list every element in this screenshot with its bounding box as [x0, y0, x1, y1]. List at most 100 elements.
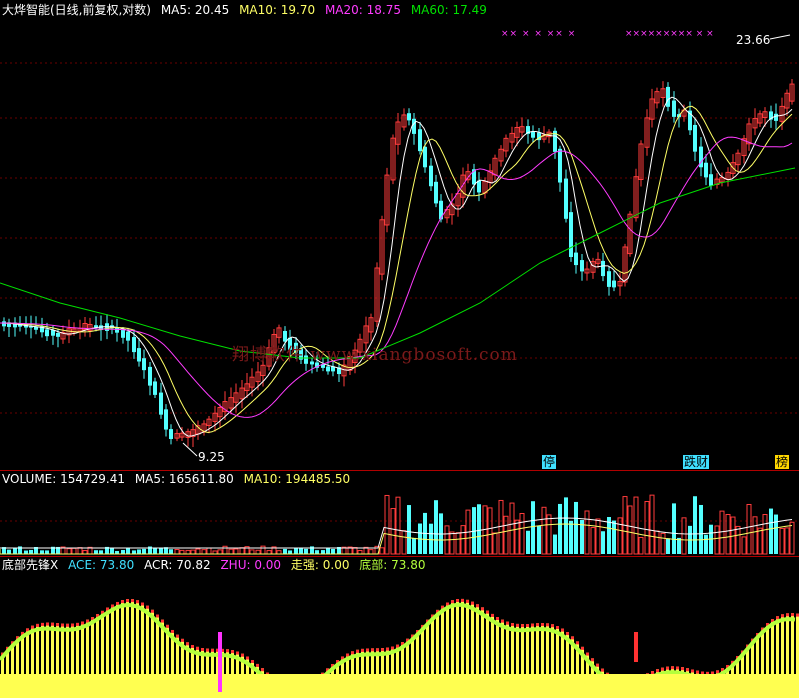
volume-bar	[531, 501, 535, 554]
volume-bar	[509, 502, 515, 555]
indicator-bar-cap	[496, 617, 499, 621]
indicator-bar-cap	[531, 623, 534, 627]
indicator-bar-cap	[246, 656, 249, 660]
indicator-bar-cap	[46, 622, 49, 626]
volume-bar	[590, 527, 596, 555]
candle-body	[164, 409, 168, 430]
volume-bar	[255, 549, 261, 555]
indicator-bar-cap	[551, 624, 554, 628]
panel-divider-2	[0, 556, 799, 557]
low-price-label: 9.25	[198, 450, 225, 464]
volume-bar	[666, 538, 670, 554]
volume-bar	[735, 525, 741, 555]
volume-bar	[584, 510, 590, 555]
candle-body	[142, 358, 146, 371]
volume-bar	[492, 532, 498, 555]
candle-body	[126, 331, 130, 341]
indicator-bar-cap	[476, 604, 479, 608]
candle-body	[418, 129, 422, 152]
volume-bar	[654, 530, 660, 555]
volume-bar	[321, 550, 325, 554]
volume-bar	[449, 531, 455, 555]
indicator-bar-cap	[791, 613, 794, 617]
volume-bar	[681, 517, 687, 555]
volume-bar	[7, 549, 11, 554]
indicator-bar-cap	[31, 625, 34, 629]
volume-bar	[460, 525, 466, 555]
volume-bar	[612, 520, 616, 554]
candle-body	[148, 366, 152, 386]
ma10-line	[0, 105, 793, 434]
indicator-bar-cap	[656, 669, 659, 673]
candle-body	[709, 174, 713, 186]
volume-bar	[384, 494, 390, 555]
indicator-bar-cap	[536, 623, 539, 627]
indicator-chart-panel[interactable]	[0, 572, 799, 698]
volume-label: VOLUME: 154729.41	[2, 472, 125, 486]
volume-bar	[757, 527, 763, 555]
price-chart-panel[interactable]	[0, 18, 799, 470]
candle-body	[580, 260, 584, 272]
volume-chart-panel[interactable]	[0, 486, 799, 556]
volume-bar	[206, 547, 212, 555]
candle-body	[434, 181, 438, 204]
indicator-bar-cap	[146, 605, 149, 609]
indicator-panel-header: 底部先锋X ACE: 73.80 ACR: 70.82 ZHU: 0.00 走强…	[2, 558, 432, 572]
indicator-bar-cap	[81, 621, 84, 625]
indicator-bar-cap	[346, 653, 349, 657]
candle-body	[607, 271, 611, 287]
volume-bar	[769, 508, 773, 554]
indicator-bar-cap	[686, 668, 689, 672]
indicator-bar-cap	[461, 598, 464, 602]
volume-bar	[595, 518, 601, 555]
indicator-bar-cap	[481, 607, 484, 611]
indicator-bar-cap	[351, 651, 354, 655]
indicator-bar-cap	[516, 623, 519, 627]
indicator-bar-cap	[181, 638, 184, 642]
low-price-arrow	[182, 442, 198, 457]
volume-bar	[789, 521, 795, 555]
volume-bar	[40, 550, 44, 554]
volume-bar	[331, 548, 335, 554]
volume-bar	[477, 504, 481, 554]
volume-bar	[564, 497, 568, 554]
stock-chart-window: 大烨智能(日线,前复权,对数) MA5: 20.45 MA10: 19.70 M…	[0, 0, 799, 698]
indicator-bar-cap	[696, 670, 699, 674]
volume-bar	[390, 508, 396, 555]
volume-bar	[169, 549, 173, 554]
indicator-bar-cap	[36, 623, 39, 627]
volume-bar	[569, 520, 573, 554]
indicator-bar-cap	[386, 647, 389, 651]
indicator-bar-cap	[356, 649, 359, 653]
indicator-bar-cap	[191, 644, 194, 648]
volume-ma5-label: MA5: 165611.80	[134, 472, 234, 486]
volume-bar	[126, 547, 130, 554]
indicator-base-band	[0, 674, 799, 698]
indicator-bar-cap	[456, 599, 459, 603]
zouqiang-label: 走强: 0.00	[290, 558, 350, 572]
indicator-bar-cap	[116, 601, 119, 605]
indicator-bar-cap	[541, 623, 544, 627]
volume-bar	[752, 516, 758, 555]
indicator-bar-cap	[151, 609, 154, 613]
candle-body	[159, 392, 163, 415]
indicator-bar-cap	[591, 658, 594, 662]
volume-bar	[519, 513, 525, 555]
volume-bar	[283, 548, 287, 554]
indicator-bar-cap	[226, 649, 229, 653]
candle-body	[45, 329, 49, 337]
indicator-bar-cap	[61, 623, 64, 627]
volume-bar	[233, 548, 239, 555]
volume-bar	[249, 549, 255, 555]
acr-label: ACR: 70.82	[144, 558, 211, 572]
volume-bar	[190, 549, 196, 555]
indicator-bar-cap	[166, 624, 169, 628]
volume-bar	[94, 550, 98, 554]
volume-bar	[714, 525, 720, 555]
indicator-bar-cap	[121, 600, 124, 604]
tag-diecai: 跌财	[683, 455, 710, 469]
volume-bar	[222, 545, 228, 555]
volume-bar	[288, 550, 292, 554]
ma5-line	[0, 96, 793, 437]
volume-bar	[644, 501, 650, 555]
